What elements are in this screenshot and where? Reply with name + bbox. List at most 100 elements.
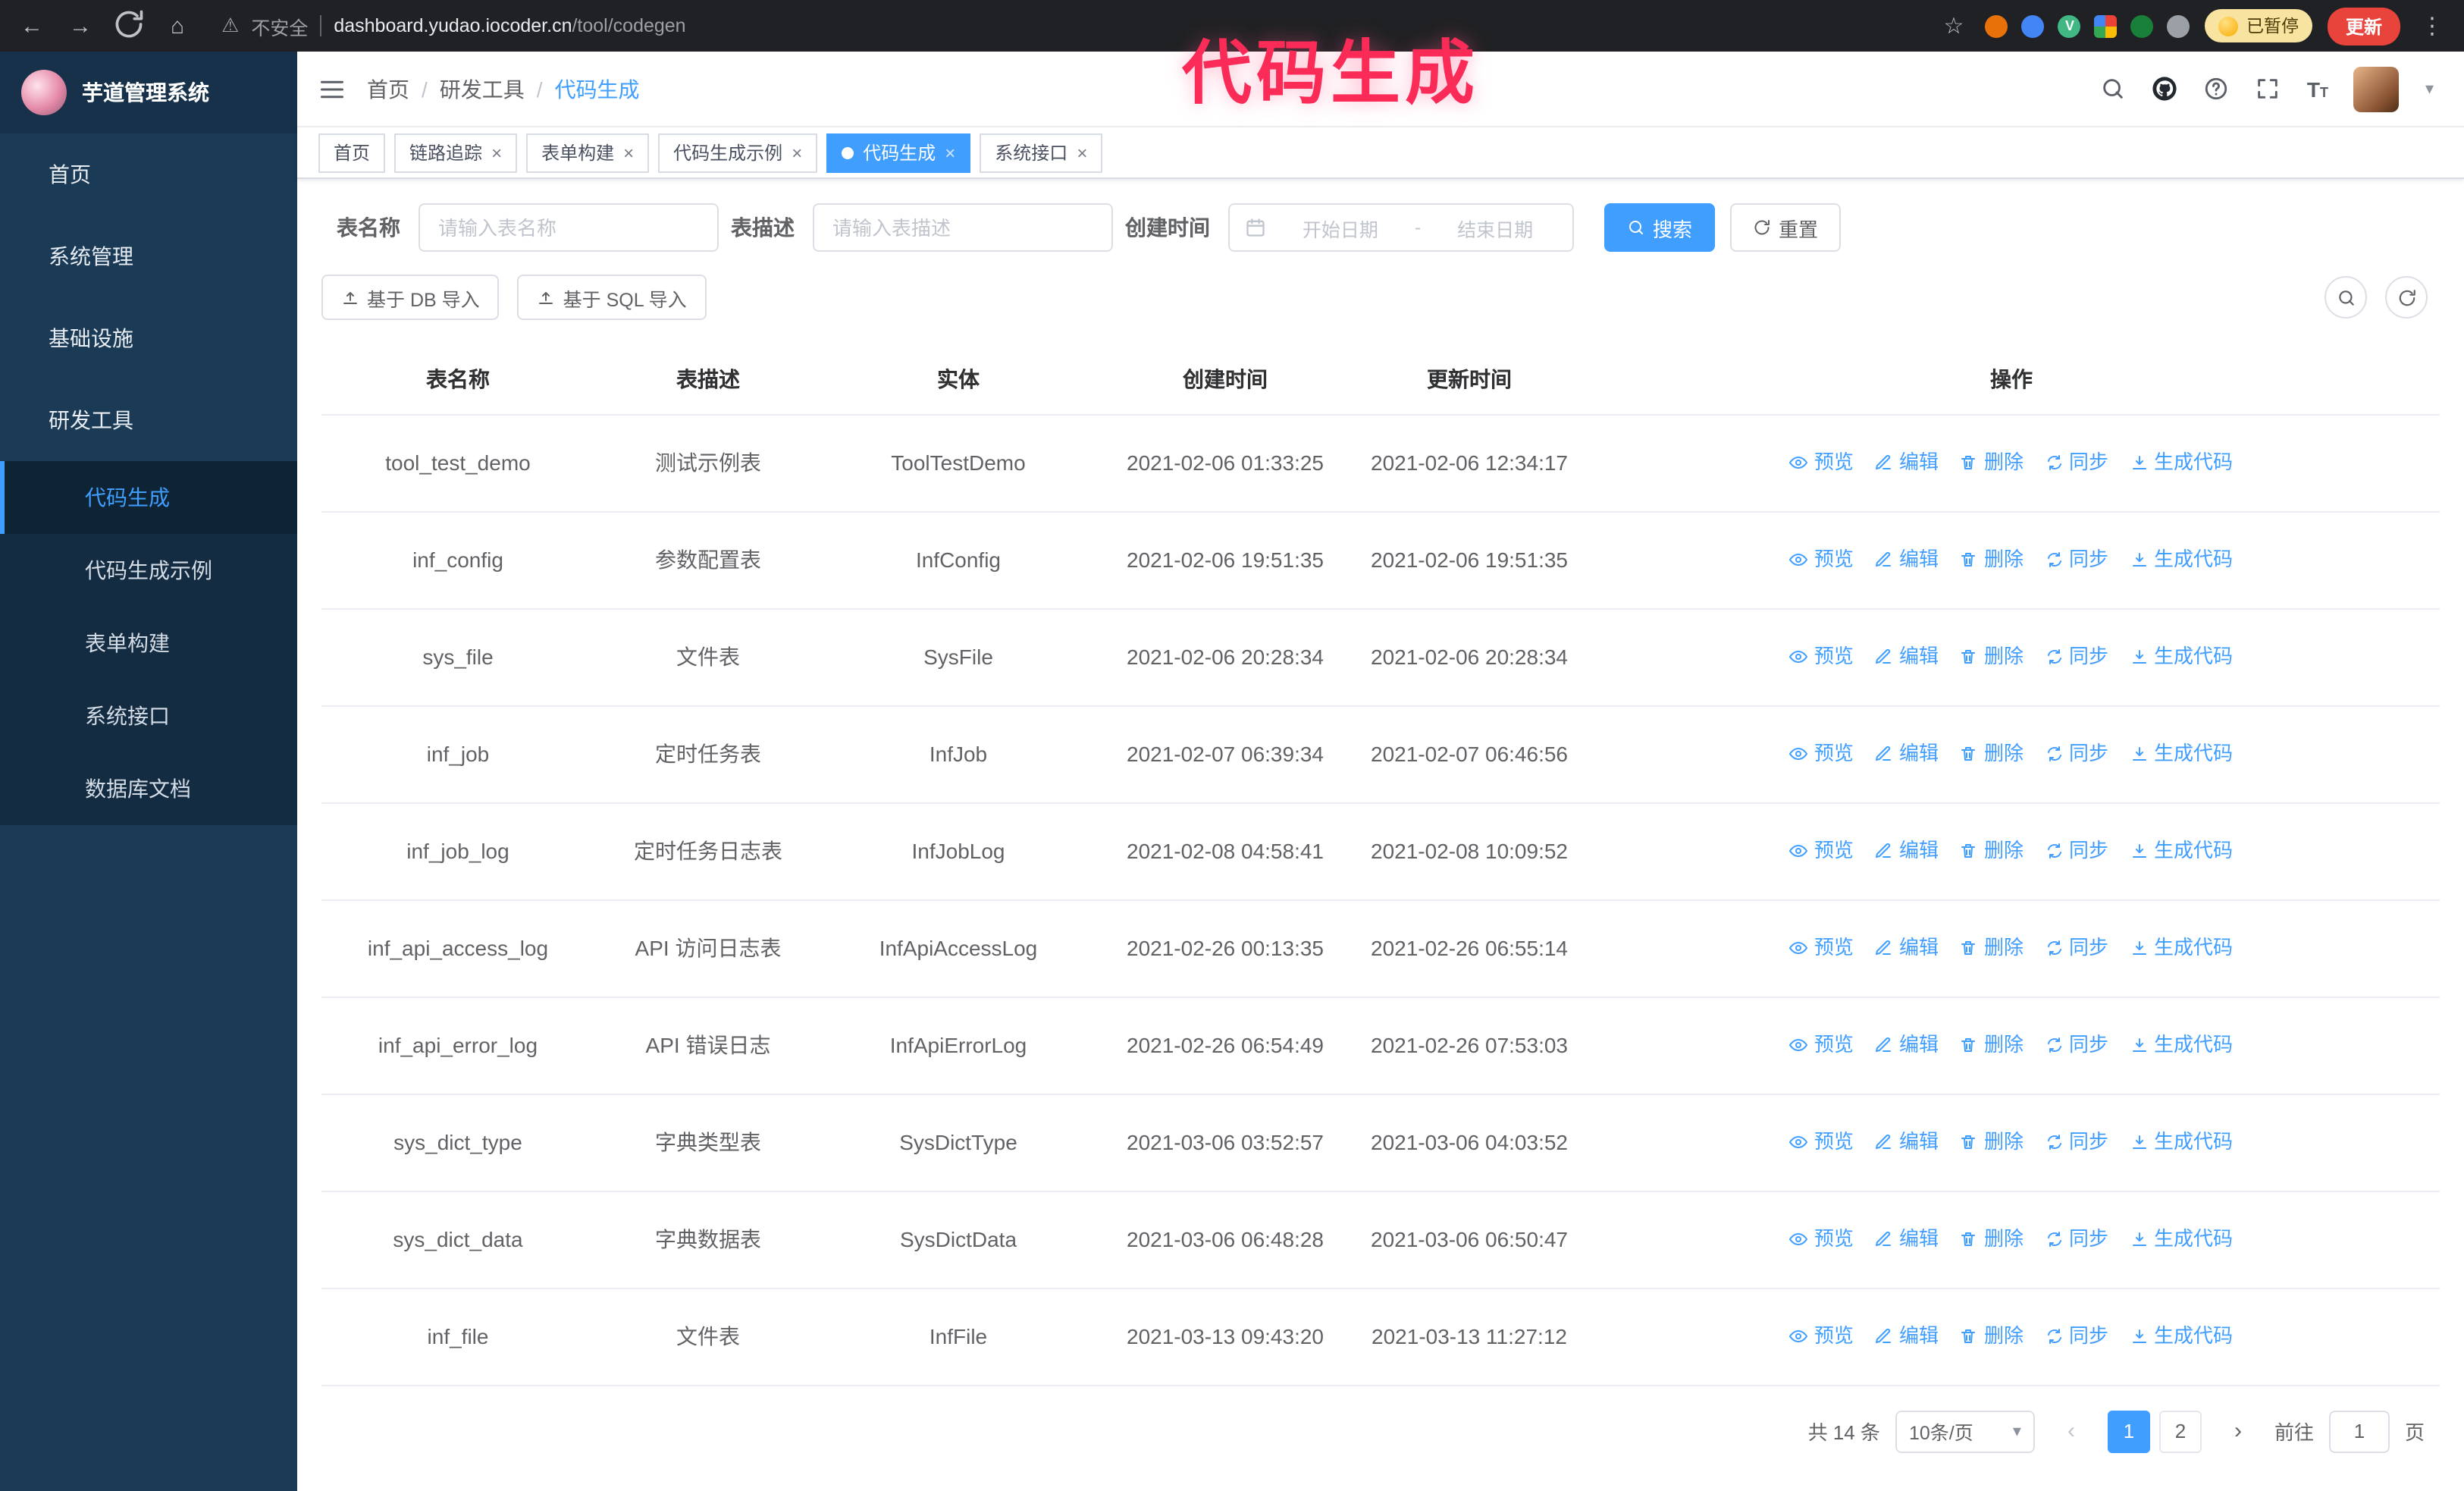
page-size-select[interactable]: 10条/页 ▾ <box>1895 1410 2035 1452</box>
close-icon[interactable]: × <box>792 143 802 162</box>
tab-home[interactable]: 首页 <box>318 133 386 172</box>
tab-codegen[interactable]: 代码生成 × <box>826 133 971 172</box>
action-delete[interactable]: 删除 <box>1960 1222 2024 1255</box>
action-preview[interactable]: 预览 <box>1789 736 1854 770</box>
action-preview[interactable]: 预览 <box>1789 1125 1854 1158</box>
action-edit[interactable]: 编辑 <box>1875 639 1939 673</box>
action-edit[interactable]: 编辑 <box>1875 833 1939 867</box>
toggle-search-button[interactable] <box>2324 276 2367 319</box>
search-button[interactable]: 搜索 <box>1604 203 1716 252</box>
action-sync[interactable]: 同步 <box>2045 639 2108 673</box>
action-delete[interactable]: 删除 <box>1960 833 2024 867</box>
close-icon[interactable]: × <box>491 143 502 162</box>
action-delete[interactable]: 删除 <box>1960 736 2024 770</box>
action-generate[interactable]: 生成代码 <box>2130 931 2233 964</box>
import-db-button[interactable]: 基于 DB 导入 <box>321 275 500 320</box>
sidebar-subitem-form-builder[interactable]: 表单构建 <box>0 607 297 683</box>
action-preview[interactable]: 预览 <box>1789 445 1854 479</box>
action-generate[interactable]: 生成代码 <box>2130 542 2233 576</box>
table-desc-input[interactable] <box>813 203 1113 252</box>
hamburger-icon[interactable] <box>318 75 346 102</box>
action-sync[interactable]: 同步 <box>2045 833 2108 867</box>
orange-extension-icon[interactable] <box>1985 14 2008 37</box>
action-sync[interactable]: 同步 <box>2045 736 2108 770</box>
action-sync[interactable]: 同步 <box>2045 1028 2108 1061</box>
github-icon[interactable] <box>2152 76 2178 102</box>
action-preview[interactable]: 预览 <box>1789 1319 1854 1352</box>
action-edit[interactable]: 编辑 <box>1875 1222 1939 1255</box>
search-icon[interactable] <box>2101 76 2127 102</box>
action-sync[interactable]: 同步 <box>2045 445 2108 479</box>
tab-api[interactable]: 系统接口 × <box>980 133 1103 172</box>
tab-form-builder[interactable]: 表单构建 × <box>526 133 650 172</box>
action-edit[interactable]: 编辑 <box>1875 1125 1939 1158</box>
page-button-1[interactable]: 1 <box>2107 1410 2150 1452</box>
blue-drop-extension-icon[interactable] <box>2021 14 2045 37</box>
next-page-button[interactable]: › <box>2217 1410 2259 1452</box>
action-sync[interactable]: 同步 <box>2045 1319 2108 1352</box>
breadcrumb-home[interactable]: 首页 <box>367 74 409 104</box>
date-range-picker[interactable]: 开始日期 - 结束日期 <box>1228 203 1574 252</box>
close-icon[interactable]: × <box>1077 143 1087 162</box>
address-bar[interactable]: ⚠ 不安全 dashboard.yudao.iocoder.cn/tool/co… <box>209 11 1922 40</box>
action-sync[interactable]: 同步 <box>2045 1125 2108 1158</box>
action-generate[interactable]: 生成代码 <box>2130 1125 2233 1158</box>
sidebar-item-home[interactable]: 首页 <box>0 133 297 215</box>
action-generate[interactable]: 生成代码 <box>2130 1319 2233 1352</box>
forward-button[interactable]: → <box>64 13 97 39</box>
action-edit[interactable]: 编辑 <box>1875 931 1939 964</box>
action-generate[interactable]: 生成代码 <box>2130 1222 2233 1255</box>
action-preview[interactable]: 预览 <box>1789 639 1854 673</box>
tab-codegen-example[interactable]: 代码生成示例 × <box>658 133 818 172</box>
paused-badge[interactable]: 已暂停 <box>2205 9 2312 42</box>
puzzle-extension-icon[interactable] <box>2167 14 2190 37</box>
action-edit[interactable]: 编辑 <box>1875 1319 1939 1352</box>
sidebar-item-devtools[interactable]: 研发工具 <box>0 379 297 461</box>
kebab-menu-icon[interactable]: ⋮ <box>2415 12 2449 39</box>
sidebar-item-system[interactable]: 系统管理 <box>0 215 302 298</box>
action-preview[interactable]: 预览 <box>1789 542 1854 576</box>
back-button[interactable]: ← <box>15 13 49 39</box>
action-edit[interactable]: 编辑 <box>1875 736 1939 770</box>
sidebar-subitem-codegen-example[interactable]: 代码生成示例 <box>0 534 297 611</box>
app-logo[interactable]: 芋道管理系统 <box>0 52 297 133</box>
bookmark-star-icon[interactable]: ☆ <box>1937 12 1970 39</box>
action-generate[interactable]: 生成代码 <box>2130 639 2233 673</box>
action-generate[interactable]: 生成代码 <box>2130 445 2233 479</box>
reset-button[interactable]: 重置 <box>1730 203 1842 252</box>
browser-home-button[interactable]: ⌂ <box>161 13 194 39</box>
close-icon[interactable]: × <box>945 143 955 162</box>
user-avatar[interactable] <box>2353 66 2400 111</box>
table-name-input[interactable] <box>419 203 719 252</box>
page-button-2[interactable]: 2 <box>2158 1410 2202 1452</box>
breadcrumb-devtools[interactable]: 研发工具 <box>440 74 525 104</box>
action-preview[interactable]: 预览 <box>1789 931 1854 964</box>
action-generate[interactable]: 生成代码 <box>2130 833 2233 867</box>
refresh-table-button[interactable] <box>2385 276 2428 319</box>
font-size-icon[interactable]: TT <box>2307 77 2328 101</box>
action-sync[interactable]: 同步 <box>2045 931 2108 964</box>
action-sync[interactable]: 同步 <box>2045 542 2108 576</box>
action-preview[interactable]: 预览 <box>1789 833 1854 867</box>
reload-button[interactable] <box>112 7 146 45</box>
green-extension-icon[interactable] <box>2130 14 2154 37</box>
action-delete[interactable]: 删除 <box>1960 1125 2024 1158</box>
action-edit[interactable]: 编辑 <box>1875 1028 1939 1061</box>
action-delete[interactable]: 删除 <box>1960 639 2024 673</box>
action-delete[interactable]: 删除 <box>1960 931 2024 964</box>
vue-devtools-icon[interactable]: V <box>2058 14 2081 37</box>
goto-page-input[interactable] <box>2328 1410 2390 1452</box>
action-generate[interactable]: 生成代码 <box>2130 736 2233 770</box>
google-apps-grid-icon[interactable] <box>2094 14 2118 37</box>
action-delete[interactable]: 删除 <box>1960 445 2024 479</box>
action-sync[interactable]: 同步 <box>2045 1222 2108 1255</box>
import-sql-button[interactable]: 基于 SQL 导入 <box>517 275 707 320</box>
action-preview[interactable]: 预览 <box>1789 1222 1854 1255</box>
chevron-down-icon[interactable]: ▾ <box>2425 79 2434 99</box>
action-generate[interactable]: 生成代码 <box>2130 1028 2233 1061</box>
help-icon[interactable] <box>2204 76 2230 102</box>
sidebar-item-infra[interactable]: 基础设施 <box>0 297 302 379</box>
action-delete[interactable]: 删除 <box>1960 1028 2024 1061</box>
action-delete[interactable]: 删除 <box>1960 542 2024 576</box>
action-preview[interactable]: 预览 <box>1789 1028 1854 1061</box>
